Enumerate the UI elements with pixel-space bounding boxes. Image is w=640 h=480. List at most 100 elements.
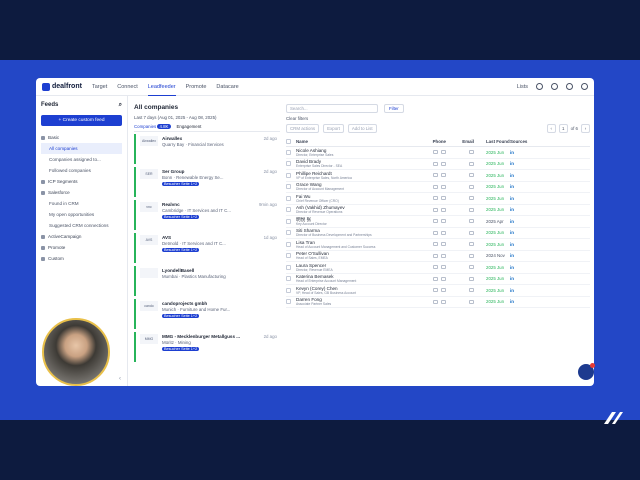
row-checkbox[interactable] bbox=[286, 276, 291, 282]
table-row[interactable]: Lisa Tran Head of Account Management and … bbox=[286, 239, 590, 251]
email-icon[interactable] bbox=[469, 288, 474, 293]
phone-icon[interactable] bbox=[433, 184, 438, 189]
sidebar-item[interactable]: Suggested CRM connections bbox=[41, 220, 122, 231]
table-row[interactable]: Katerina Bemasek Head of Enterprise Accou… bbox=[286, 274, 590, 285]
sidebar-item[interactable]: ICP Segments bbox=[41, 176, 122, 187]
phone-icon[interactable] bbox=[433, 276, 438, 281]
email-icon[interactable] bbox=[469, 230, 474, 235]
bell-icon[interactable] bbox=[536, 83, 543, 90]
date-filter[interactable]: Last 7 days (Aug 01, 2025 - Aug 08, 2025… bbox=[134, 115, 280, 120]
email-icon[interactable] bbox=[469, 253, 474, 258]
email-icon[interactable] bbox=[469, 242, 474, 247]
filter-button[interactable]: Filter bbox=[384, 104, 404, 113]
company-card[interactable]: cando candoprojects gmbh Munich · Furnitur… bbox=[134, 299, 280, 329]
gear-icon[interactable] bbox=[566, 83, 573, 90]
linkedin-icon[interactable]: in bbox=[510, 265, 532, 270]
nav-tab-promote[interactable]: Promote bbox=[186, 78, 207, 96]
phone-icon[interactable] bbox=[433, 207, 438, 212]
linkedin-icon[interactable]: in bbox=[510, 219, 532, 224]
phone-icon[interactable] bbox=[433, 173, 438, 178]
header-name[interactable]: Name bbox=[296, 139, 412, 144]
header-last-found[interactable]: Last Found bbox=[486, 139, 510, 144]
nav-tab-connect[interactable]: Connect bbox=[117, 78, 138, 96]
phone-icon[interactable] bbox=[433, 161, 438, 166]
row-checkbox[interactable] bbox=[286, 299, 291, 305]
company-card[interactable]: vnc Realvnc Cambridge · IT Services and IT… bbox=[134, 200, 280, 230]
create-custom-feed-button[interactable]: + Create custom feed bbox=[41, 115, 122, 126]
phone-icon[interactable] bbox=[433, 219, 438, 224]
linkedin-icon[interactable]: in bbox=[510, 242, 532, 247]
tab-companies[interactable]: Companies 4.8K bbox=[134, 124, 171, 129]
row-checkbox[interactable] bbox=[286, 253, 291, 259]
phone-icon[interactable] bbox=[433, 242, 438, 247]
sidebar-item[interactable]: My open opportunities bbox=[41, 209, 122, 220]
row-checkbox[interactable] bbox=[286, 195, 291, 201]
chat-launcher-button[interactable] bbox=[578, 363, 595, 380]
table-row[interactable]: Peter O'Sullivan Head of Sales, EMEA 2024 … bbox=[286, 251, 590, 262]
clear-filters-link[interactable]: Clear filters bbox=[286, 116, 590, 121]
phone-icon[interactable] bbox=[433, 299, 438, 304]
sidebar-item[interactable]: Custom bbox=[41, 253, 122, 264]
table-row[interactable]: Grace Wang Director of Account Management… bbox=[286, 182, 590, 193]
linkedin-icon[interactable]: in bbox=[510, 299, 532, 304]
table-row[interactable]: 明悦 张 Key Account Director 2025 Apr in bbox=[286, 216, 590, 228]
row-checkbox[interactable] bbox=[286, 172, 291, 178]
row-checkbox[interactable] bbox=[286, 184, 291, 190]
company-card[interactable]: Airwallex Airwallex Quarry Bay · Financial… bbox=[134, 134, 280, 164]
table-row[interactable]: David Brady Enterprise Sales Director - S… bbox=[286, 159, 590, 170]
table-row[interactable]: Kevyn (Corey) Chen VP, Head of Sales, GB … bbox=[286, 285, 590, 297]
email-icon[interactable] bbox=[469, 161, 474, 166]
lists-link[interactable]: Lists bbox=[517, 84, 528, 90]
email-icon[interactable] bbox=[469, 173, 474, 178]
sidebar-item[interactable]: ActiveCampaign bbox=[41, 231, 122, 242]
row-checkbox[interactable] bbox=[286, 161, 291, 167]
sidebar-item[interactable]: Companies assigned to... bbox=[41, 154, 122, 165]
nav-tab-leadfeeder[interactable]: Leadfeeder bbox=[147, 78, 176, 96]
phone-icon[interactable] bbox=[433, 150, 438, 155]
sidebar-item[interactable]: Followed companies bbox=[41, 165, 122, 176]
table-row[interactable]: Laura Spencer Director, Revenue EMEA 2025 … bbox=[286, 262, 590, 274]
collapse-icon[interactable]: ‹ bbox=[119, 376, 121, 382]
crm-actions-button[interactable]: CRM actions bbox=[286, 124, 320, 133]
row-checkbox[interactable] bbox=[286, 230, 291, 236]
linkedin-icon[interactable]: in bbox=[510, 230, 532, 235]
sidebar-item[interactable]: Promote bbox=[41, 242, 122, 253]
email-icon[interactable] bbox=[469, 265, 474, 270]
company-card[interactable]: SER Ser Group Bonn · Renewable Energy Se..… bbox=[134, 167, 280, 197]
sidebar-item[interactable]: Found in CRM bbox=[41, 198, 122, 209]
prev-page-button[interactable]: ‹ bbox=[546, 124, 556, 133]
email-icon[interactable] bbox=[469, 276, 474, 281]
next-page-button[interactable]: › bbox=[581, 124, 590, 133]
add-to-list-button[interactable]: Add to List bbox=[347, 124, 377, 133]
email-icon[interactable] bbox=[469, 299, 474, 304]
linkedin-icon[interactable]: in bbox=[510, 288, 532, 293]
linkedin-icon[interactable]: in bbox=[510, 161, 532, 166]
phone-icon[interactable] bbox=[433, 196, 438, 201]
row-checkbox[interactable] bbox=[286, 241, 291, 247]
email-icon[interactable] bbox=[469, 196, 474, 201]
email-icon[interactable] bbox=[469, 219, 474, 224]
email-icon[interactable] bbox=[469, 184, 474, 189]
linkedin-icon[interactable]: in bbox=[510, 173, 532, 178]
company-card[interactable]: MMG MMG - Mecklenburger Metallguss ... Mür… bbox=[134, 332, 280, 362]
linkedin-icon[interactable]: in bbox=[510, 196, 532, 201]
phone-icon[interactable] bbox=[433, 265, 438, 270]
sidebar-item[interactable]: Salesforce bbox=[41, 187, 122, 198]
company-card[interactable]: AVS AVS Detmold · IT Services and IT C... B… bbox=[134, 233, 280, 263]
phone-icon[interactable] bbox=[433, 253, 438, 258]
select-all-checkbox[interactable] bbox=[286, 139, 291, 144]
table-row[interactable]: Nicole Ashiang Director, Enterprise Sales… bbox=[286, 147, 590, 159]
phone-icon[interactable] bbox=[433, 230, 438, 235]
search-icon[interactable]: ⌕ bbox=[119, 102, 122, 109]
linkedin-icon[interactable]: in bbox=[510, 184, 532, 189]
brand-logo[interactable]: dealfront bbox=[42, 82, 82, 91]
help-icon[interactable] bbox=[551, 83, 558, 90]
nav-tab-datacare[interactable]: Datacare bbox=[216, 78, 238, 96]
row-checkbox[interactable] bbox=[286, 207, 291, 213]
row-checkbox[interactable] bbox=[286, 287, 291, 293]
export-button[interactable]: Export bbox=[323, 124, 344, 133]
sidebar-item[interactable]: Basic bbox=[41, 132, 122, 143]
user-icon[interactable] bbox=[581, 83, 588, 90]
search-input[interactable]: Search... bbox=[286, 104, 378, 113]
phone-icon[interactable] bbox=[433, 288, 438, 293]
